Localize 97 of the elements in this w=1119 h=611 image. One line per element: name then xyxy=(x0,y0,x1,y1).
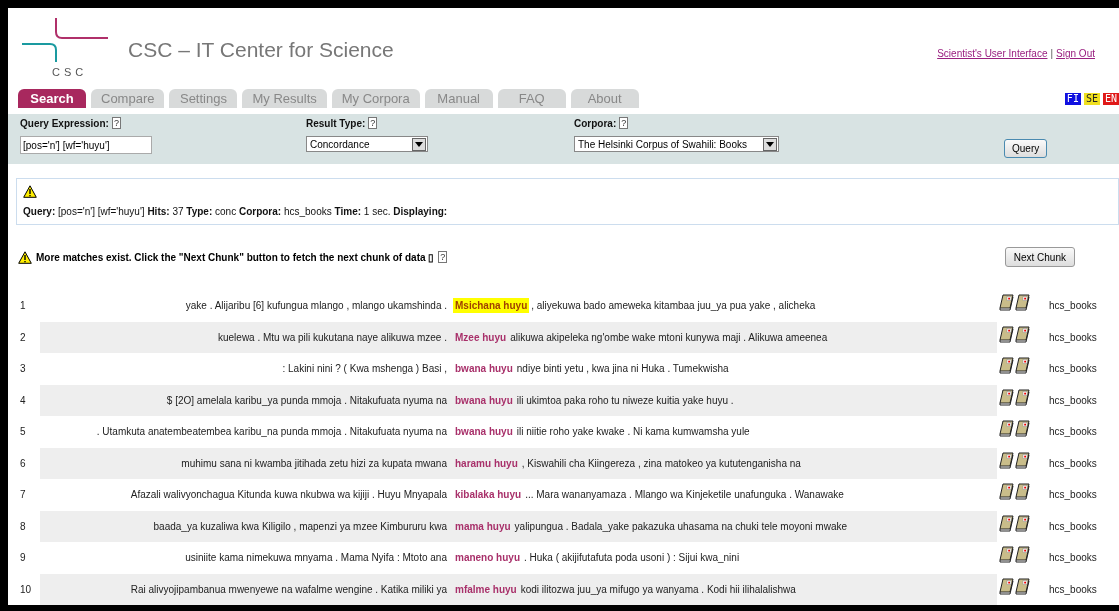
field-label: Result Type: xyxy=(306,117,366,129)
match-keyword[interactable]: Mzee huyu xyxy=(453,329,509,345)
corpus-name: hcs_books xyxy=(1049,300,1097,312)
right-context: , Kiswahili cha Kiingereza , zina matokeo ya kututenganisha na xyxy=(521,457,801,469)
match-keyword[interactable]: bwana huyu xyxy=(453,392,515,408)
book-icon[interactable] xyxy=(999,388,1014,406)
left-context: Afazali walivyonchagua Kitunda kuwa nkubwa wa kijiji . Huyu Mnyapala xyxy=(129,489,447,501)
link-separator: | xyxy=(1050,48,1054,59)
match-keyword[interactable]: haramu huyu xyxy=(453,455,520,471)
row-number: 7 xyxy=(19,489,27,501)
left-context: Rai alivyojipambanua mwenyewe na wafalme wengine . Katika miliki ya xyxy=(129,583,447,595)
user-interface-link[interactable]: Scientist's User Interface xyxy=(937,48,1048,59)
book-icon[interactable] xyxy=(1015,357,1030,375)
help-button[interactable]: ? xyxy=(111,117,121,130)
book-icon[interactable] xyxy=(1015,546,1030,564)
language-button[interactable]: EN xyxy=(1102,93,1119,106)
query-summary: Query: [pos='n'] [wf='huyu'] Hits: 37 Type: conc Corpora: hcs_books Time: 1 sec. Displaying: xyxy=(23,206,449,218)
book-icon[interactable] xyxy=(1015,294,1030,312)
nav-tab[interactable]: Search xyxy=(18,89,86,109)
sign-out-link[interactable]: Sign Out xyxy=(1056,48,1095,59)
left-context: usiniite kama nimekuwa mnyama . Mama Nyifa : Mtoto ana xyxy=(184,552,447,564)
book-icon[interactable] xyxy=(1015,577,1030,595)
book-icon[interactable] xyxy=(999,294,1014,312)
row-number: 9 xyxy=(19,552,27,564)
help-button[interactable]: ? xyxy=(368,117,378,130)
book-icon[interactable] xyxy=(1015,514,1030,532)
right-context: ili niitie roho yake kwake . Ni kama kumwamsha yule xyxy=(516,426,750,438)
help-button[interactable]: ? xyxy=(619,117,629,130)
query-input[interactable]: [pos='n'] [wf='huyu'] xyxy=(20,136,152,155)
match-keyword[interactable]: Msichana huyu xyxy=(453,298,530,314)
book-icon[interactable] xyxy=(1015,325,1030,343)
warning-icon xyxy=(23,185,37,198)
left-context: baada_ya kuzaliwa kwa Kiligilo , mapenzi ya mzee Kimbururu kwa xyxy=(152,520,447,532)
right-context: ili ukimtoa paka roho tu niweze kuitia yake huyu . xyxy=(516,394,734,406)
row-number: 4 xyxy=(19,394,27,406)
left-context: yake . Alijaribu [6] kufungua mlango , mlango ukamshinda . xyxy=(184,300,447,312)
caret-icon[interactable] xyxy=(763,137,777,151)
warning-icon xyxy=(18,250,32,264)
logo-text: CSC xyxy=(52,66,88,78)
left-context: kuelewa . Mtu wa pili kukutana naye alikuwa mzee . xyxy=(217,331,447,343)
language-button[interactable]: FI xyxy=(1064,93,1081,106)
next-chunk-button[interactable]: Next Chunk xyxy=(1004,247,1075,268)
corpus-name: hcs_books xyxy=(1049,363,1097,375)
match-keyword[interactable]: maneno huyu xyxy=(453,550,522,566)
row-number: 5 xyxy=(19,426,27,438)
left-context: $ [2O] amelala karibu_ya punda mmoja . Nitakufuata nyuma na xyxy=(165,394,447,406)
right-context: kodi ilitozwa juu_ya mifugo ya wanyama . Kodi hii ilihalalishwa xyxy=(520,583,796,595)
dropdown[interactable]: The Helsinki Corpus of Swahili: Books xyxy=(574,136,779,153)
corpus-name: hcs_books xyxy=(1049,583,1097,595)
book-icon[interactable] xyxy=(999,357,1014,375)
right-context: alikuwa akipeleka ng'ombe wake mtoni kunywa maji . Alikuwa ameenea xyxy=(510,331,828,343)
corpus-name: hcs_books xyxy=(1049,331,1097,343)
match-keyword[interactable]: kibalaka huyu xyxy=(453,487,524,503)
match-keyword[interactable]: bwana huyu xyxy=(453,361,515,377)
right-context: yalipungua . Badala_yake pakazuka uhasama na chuki tele moyoni mwake xyxy=(514,520,847,532)
book-icon[interactable] xyxy=(1015,451,1030,469)
corpus-name: hcs_books xyxy=(1049,394,1097,406)
right-context: , aliyekuwa bado ameweka kitambaa juu_ya pua yake , alicheka xyxy=(531,300,816,312)
site-title: CSC – IT Center for Science xyxy=(128,38,394,62)
corpus-name: hcs_books xyxy=(1049,457,1097,469)
field-label: Query Expression: xyxy=(20,117,109,129)
book-icon[interactable] xyxy=(999,420,1014,438)
field-label: Corpora: xyxy=(574,117,617,129)
row-number: 3 xyxy=(19,363,27,375)
row-number: 8 xyxy=(19,520,27,532)
right-context: . Huka ( akijifutafuta poda usoni ) : Sijui kwa_nini xyxy=(524,552,740,564)
corpus-name: hcs_books xyxy=(1049,552,1097,564)
corpus-name: hcs_books xyxy=(1049,426,1097,438)
book-icon[interactable] xyxy=(1015,483,1030,501)
dropdown[interactable]: Concordance xyxy=(306,136,428,153)
book-icon[interactable] xyxy=(999,577,1014,595)
right-context: ndiye binti yetu , kwa jina ni Huka . Tumekwisha xyxy=(516,363,729,375)
row-number: 1 xyxy=(19,300,27,312)
book-icon[interactable] xyxy=(1015,388,1030,406)
book-icon[interactable] xyxy=(999,546,1014,564)
book-icon[interactable] xyxy=(999,325,1014,343)
book-icon[interactable] xyxy=(999,483,1014,501)
left-context: : Lakini nini ? ( Kwa mshenga ) Basi , xyxy=(281,363,447,375)
match-keyword[interactable]: mama huyu xyxy=(453,518,513,534)
row-number: 2 xyxy=(19,331,27,343)
language-button[interactable]: SE xyxy=(1083,93,1100,106)
help-button[interactable]: ? xyxy=(438,251,448,264)
book-icon[interactable] xyxy=(999,514,1014,532)
query-button[interactable]: Query xyxy=(1004,138,1048,158)
row-number: 10 xyxy=(19,583,33,595)
caret-icon[interactable] xyxy=(412,137,426,151)
left-context: . Utamkuta anatembeatembea karibu_na punda mmoja . Nitakufuata nyuma na xyxy=(95,426,447,438)
right-context: ... Mara wananyamaza . Mlango wa Kinjeketile unafunguka . Wanawake xyxy=(525,489,844,501)
book-icon[interactable] xyxy=(1015,420,1030,438)
corpus-name: hcs_books xyxy=(1049,489,1097,501)
match-keyword[interactable]: mfalme huyu xyxy=(453,581,519,597)
row-number: 6 xyxy=(19,457,27,469)
notice-message: More matches exist. Click the "Next Chunk" button to fetch the next chunk of data ▯ xyxy=(36,251,435,263)
book-icon[interactable] xyxy=(999,451,1014,469)
corpus-name: hcs_books xyxy=(1049,520,1097,532)
match-keyword[interactable]: bwana huyu xyxy=(453,424,515,440)
left-context: muhimu sana ni kwamba jitihada zetu hizi za kupata mwana xyxy=(180,457,447,469)
